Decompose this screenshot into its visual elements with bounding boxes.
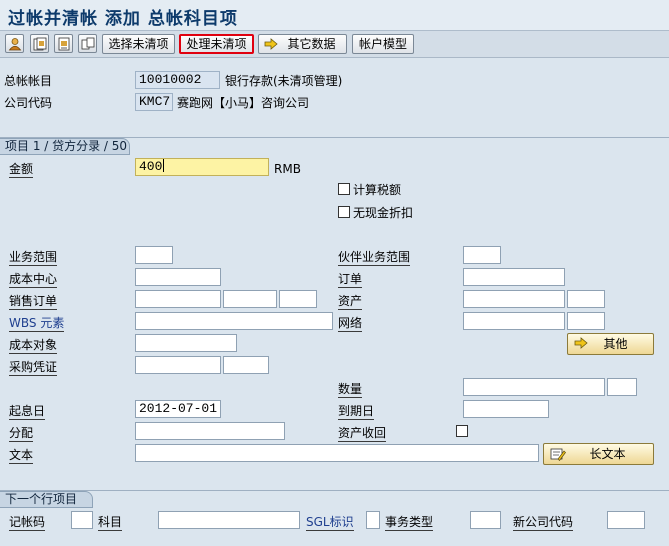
arrow-right-icon: [264, 38, 278, 50]
text-label: 文本: [9, 448, 34, 464]
amount-label: 金额: [9, 162, 34, 178]
new-company-code-field[interactable]: [607, 511, 645, 529]
document-overview-icon: [33, 37, 47, 51]
sales-order-item-field[interactable]: [223, 290, 277, 308]
select-open-items-button[interactable]: 选择未清项: [102, 34, 175, 54]
quantity-unit-field[interactable]: [607, 378, 637, 396]
network-label: 网络: [338, 316, 363, 332]
posting-key-field[interactable]: [71, 511, 93, 529]
order-label: 订单: [338, 272, 363, 288]
text-cursor: [163, 159, 165, 172]
copy-icon-button[interactable]: [78, 34, 97, 53]
transaction-type-field[interactable]: [470, 511, 501, 529]
asset-retirement-label: 资产收回: [338, 426, 387, 442]
process-open-items-button[interactable]: 处理未清项: [179, 34, 254, 54]
company-code-description: 赛跑网【小马】咨询公司: [177, 96, 310, 110]
sales-order-label: 销售订单: [9, 294, 58, 310]
cost-object-label: 成本对象: [9, 338, 58, 354]
long-text-label: 长文本: [589, 447, 626, 461]
other-button[interactable]: 其他: [567, 333, 654, 355]
long-text-edit-icon: [550, 448, 566, 461]
account-model-button[interactable]: 帐户模型: [352, 34, 414, 54]
person-icon-button[interactable]: [5, 34, 24, 53]
transaction-type-label: 事务类型: [385, 515, 434, 531]
account-field[interactable]: [158, 511, 300, 529]
cost-center-field[interactable]: [135, 268, 221, 286]
account-label: 科目: [98, 515, 123, 531]
calc-tax-checkbox[interactable]: [338, 183, 350, 195]
posting-key-label: 记帐码: [9, 515, 46, 531]
company-code-field[interactable]: KMC7: [135, 93, 173, 111]
next-item-title: 下一个行项目: [0, 491, 93, 508]
asset-retirement-checkbox[interactable]: [456, 425, 468, 437]
network-field[interactable]: [463, 312, 565, 330]
company-code-label: 公司代码: [4, 96, 53, 110]
currency-label: RMB: [274, 162, 301, 176]
purchasing-doc-label: 采购凭证: [9, 360, 58, 376]
copy-pages-icon: [81, 37, 95, 50]
cost-center-label: 成本中心: [9, 272, 58, 288]
assignment-field[interactable]: [135, 422, 285, 440]
amount-field[interactable]: 400: [135, 158, 269, 176]
sgl-indicator-label: SGL标识: [306, 515, 354, 531]
gl-account-label: 总帐帐目: [4, 74, 53, 88]
assignment-label: 分配: [9, 426, 34, 442]
sales-order-schedule-field[interactable]: [279, 290, 317, 308]
calc-tax-label: 计算税额: [353, 183, 402, 197]
wbs-element-field[interactable]: [135, 312, 333, 330]
quantity-label: 数量: [338, 382, 363, 398]
value-date-label: 起息日: [9, 404, 46, 420]
sales-order-field[interactable]: [135, 290, 221, 308]
wbs-element-label: WBS 元素: [9, 316, 65, 332]
gl-account-field[interactable]: 10010002: [135, 71, 220, 89]
other-data-button[interactable]: 其它数据: [258, 34, 347, 54]
asset-field[interactable]: [463, 290, 565, 308]
document-detail-icon: [58, 37, 70, 51]
application-toolbar: 选择未清项 处理未清项 其它数据 帐户模型: [0, 31, 669, 58]
window-title: 过帐并清帐 添加 总帐科目项: [0, 0, 669, 30]
partner-business-area-label: 伙伴业务范围: [338, 250, 411, 266]
text-field[interactable]: [135, 444, 539, 462]
detail-icon-button[interactable]: [54, 34, 73, 53]
business-area-field[interactable]: [135, 246, 173, 264]
long-text-button[interactable]: 长文本: [543, 443, 654, 465]
value-date-field[interactable]: 2012-07-01: [135, 400, 221, 418]
asset-label: 资产: [338, 294, 363, 310]
due-date-field[interactable]: [463, 400, 549, 418]
arrow-right-icon: [574, 337, 588, 349]
overview-icon-button[interactable]: [30, 34, 49, 53]
purchasing-doc-field[interactable]: [135, 356, 221, 374]
item-section-title: 项目 1 / 贷方分录 / 50: [0, 138, 130, 155]
amount-value: 400: [139, 159, 163, 174]
person-icon: [8, 38, 22, 51]
no-discount-checkbox[interactable]: [338, 206, 350, 218]
network-activity-field[interactable]: [567, 312, 605, 330]
sgl-indicator-field[interactable]: [366, 511, 380, 529]
due-date-label: 到期日: [338, 404, 375, 420]
other-data-label: 其它数据: [287, 37, 336, 51]
quantity-field[interactable]: [463, 378, 605, 396]
new-company-code-label: 新公司代码: [513, 515, 574, 531]
purchasing-doc-item-field[interactable]: [223, 356, 269, 374]
gl-account-description: 银行存款(未清项管理): [225, 74, 343, 88]
partner-business-area-field[interactable]: [463, 246, 501, 264]
other-button-label: 其他: [603, 337, 628, 351]
business-area-label: 业务范围: [9, 250, 58, 266]
no-discount-label: 无现金折扣: [353, 206, 414, 220]
asset-subnumber-field[interactable]: [567, 290, 605, 308]
order-field[interactable]: [463, 268, 565, 286]
cost-object-field[interactable]: [135, 334, 237, 352]
